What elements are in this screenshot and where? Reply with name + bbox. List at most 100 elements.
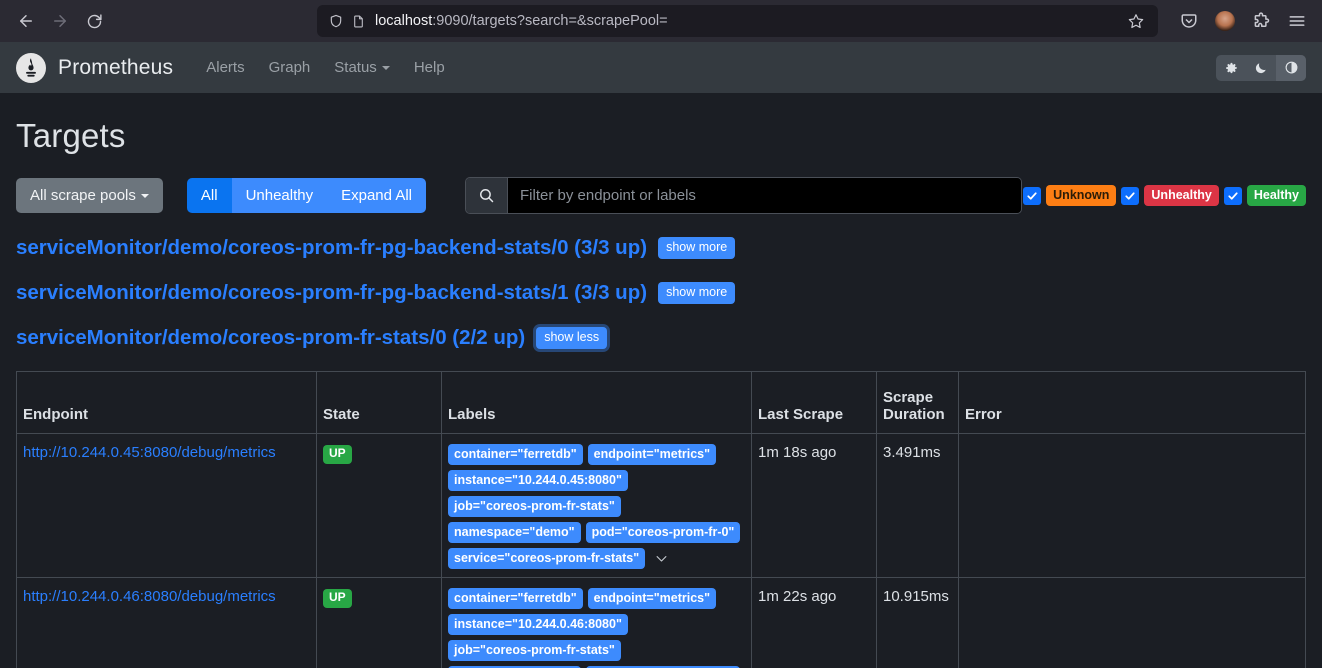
show-less-button[interactable]: show less xyxy=(536,327,607,350)
cell-last-scrape: 1m 22s ago xyxy=(752,578,877,668)
scrape-pool-header: serviceMonitor/demo/coreos-prom-fr-pg-ba… xyxy=(16,236,1306,260)
brand-name: Prometheus xyxy=(58,56,173,80)
label-badge: container="ferretdb" xyxy=(448,588,583,609)
scrape-pool-title[interactable]: serviceMonitor/demo/coreos-prom-fr-pg-ba… xyxy=(16,236,647,260)
browser-toolbar: localhost:9090/targets?search=&scrapePoo… xyxy=(0,0,1322,42)
label-badge: container="ferretdb" xyxy=(448,444,583,465)
expand-all-button[interactable]: Expand All xyxy=(327,178,426,213)
filter-all-button[interactable]: All xyxy=(187,178,232,213)
browser-toolbar-right xyxy=(1166,6,1312,36)
url-host: localhost xyxy=(375,13,432,29)
header-endpoint: Endpoint xyxy=(17,372,317,434)
label-badge: job="coreos-prom-fr-stats" xyxy=(448,640,621,661)
scrape-pool-dropdown[interactable]: All scrape pools xyxy=(16,178,163,213)
nav-link-alerts[interactable]: Alerts xyxy=(195,51,255,84)
cell-scrape-duration: 10.915ms xyxy=(877,578,959,668)
show-more-button[interactable]: show more xyxy=(658,237,735,260)
search-input[interactable] xyxy=(508,178,1021,213)
scrape-pool-dropdown-label: All scrape pools xyxy=(30,187,136,204)
nav-links: Alerts Graph Status Help xyxy=(195,51,455,84)
table-row: http://10.244.0.46:8080/debug/metrics UP… xyxy=(17,578,1306,668)
avatar xyxy=(1215,11,1235,31)
filter-unhealthy-button[interactable]: Unhealthy xyxy=(232,178,328,213)
cell-endpoint: http://10.244.0.45:8080/debug/metrics xyxy=(17,434,317,578)
star-icon[interactable] xyxy=(1122,7,1150,35)
health-filter-button-group: All Unhealthy Expand All xyxy=(187,178,426,213)
label-badge: job="coreos-prom-fr-stats" xyxy=(448,496,621,517)
reload-button[interactable] xyxy=(78,5,110,37)
nav-link-help[interactable]: Help xyxy=(403,51,456,84)
scrape-pool-title[interactable]: serviceMonitor/demo/coreos-prom-fr-stats… xyxy=(16,326,525,350)
labels-list: container="ferretdb" endpoint="metrics" … xyxy=(448,588,745,668)
cell-scrape-duration: 3.491ms xyxy=(877,434,959,578)
checkbox-healthy[interactable] xyxy=(1224,187,1242,205)
nav-link-status[interactable]: Status xyxy=(323,51,401,84)
badge-unknown: Unknown xyxy=(1046,185,1116,206)
back-button[interactable] xyxy=(10,5,42,37)
header-labels: Labels xyxy=(442,372,752,434)
brand[interactable]: Prometheus xyxy=(16,53,173,83)
pocket-icon[interactable] xyxy=(1174,6,1204,36)
chevron-down-icon xyxy=(141,194,149,198)
url-bar[interactable]: localhost:9090/targets?search=&scrapePoo… xyxy=(317,5,1158,37)
cell-endpoint: http://10.244.0.46:8080/debug/metrics xyxy=(17,578,317,668)
show-more-button[interactable]: show more xyxy=(658,282,735,305)
controls-row: All scrape pools All Unhealthy Expand Al… xyxy=(16,177,1306,214)
checkbox-unknown[interactable] xyxy=(1023,187,1041,205)
endpoint-link[interactable]: http://10.244.0.46:8080/debug/metrics xyxy=(23,588,276,605)
nav-link-graph[interactable]: Graph xyxy=(258,51,322,84)
theme-light-button[interactable] xyxy=(1276,55,1306,81)
theme-toggle-group xyxy=(1216,55,1306,81)
status-badge: UP xyxy=(323,589,352,608)
cell-state: UP xyxy=(317,578,442,668)
table-header-row: Endpoint State Labels Last Scrape Scrape… xyxy=(17,372,1306,434)
labels-list: container="ferretdb" endpoint="metrics" … xyxy=(448,444,745,569)
page-title: Targets xyxy=(16,117,1306,155)
forward-button[interactable] xyxy=(44,5,76,37)
cell-labels: container="ferretdb" endpoint="metrics" … xyxy=(442,434,752,578)
cell-last-scrape: 1m 18s ago xyxy=(752,434,877,578)
page-document-icon xyxy=(347,10,369,32)
hamburger-menu-icon[interactable] xyxy=(1282,6,1312,36)
state-filter-group: Unknown Unhealthy Healthy xyxy=(1023,185,1306,206)
account-avatar-icon[interactable] xyxy=(1210,6,1240,36)
state-filter-healthy[interactable]: Healthy xyxy=(1224,185,1306,206)
header-last-scrape: Last Scrape xyxy=(752,372,877,434)
label-badge: pod="coreos-prom-fr-0" xyxy=(586,522,741,543)
scrape-pool-header: serviceMonitor/demo/coreos-prom-fr-pg-ba… xyxy=(16,281,1306,305)
cell-labels: container="ferretdb" endpoint="metrics" … xyxy=(442,578,752,668)
search-icon xyxy=(466,178,508,213)
cell-error xyxy=(959,578,1306,668)
targets-table: Endpoint State Labels Last Scrape Scrape… xyxy=(16,371,1306,668)
table-row: http://10.244.0.45:8080/debug/metrics UP… xyxy=(17,434,1306,578)
search-group xyxy=(465,177,1022,214)
header-state: State xyxy=(317,372,442,434)
header-scrape-duration: Scrape Duration xyxy=(877,372,959,434)
label-badge: service="coreos-prom-fr-stats" xyxy=(448,548,645,569)
endpoint-link[interactable]: http://10.244.0.45:8080/debug/metrics xyxy=(23,444,276,461)
label-badge: endpoint="metrics" xyxy=(588,588,716,609)
label-badge: namespace="demo" xyxy=(448,522,581,543)
nav-link-status-label: Status xyxy=(334,59,377,76)
cell-state: UP xyxy=(317,434,442,578)
extensions-puzzle-icon[interactable] xyxy=(1246,6,1276,36)
label-badge: endpoint="metrics" xyxy=(588,444,716,465)
label-badge: instance="10.244.0.45:8080" xyxy=(448,470,628,491)
theme-dark-button[interactable] xyxy=(1246,55,1276,81)
prometheus-logo-icon xyxy=(16,53,46,83)
shield-icon xyxy=(325,10,347,32)
scrape-pool-title[interactable]: serviceMonitor/demo/coreos-prom-fr-pg-ba… xyxy=(16,281,647,305)
state-filter-unhealthy[interactable]: Unhealthy xyxy=(1121,185,1218,206)
prometheus-navbar: Prometheus Alerts Graph Status Help xyxy=(0,42,1322,93)
label-badge: instance="10.244.0.46:8080" xyxy=(448,614,628,635)
state-filter-unknown[interactable]: Unknown xyxy=(1023,185,1116,206)
checkbox-unhealthy[interactable] xyxy=(1121,187,1139,205)
url-path: :9090/targets?search=&scrapePool= xyxy=(432,13,667,29)
theme-system-button[interactable] xyxy=(1216,55,1246,81)
status-badge: UP xyxy=(323,445,352,464)
chevron-down-icon[interactable] xyxy=(650,551,673,566)
chevron-down-icon xyxy=(382,66,390,70)
scrape-pool-header: serviceMonitor/demo/coreos-prom-fr-stats… xyxy=(16,326,1306,350)
header-error: Error xyxy=(959,372,1306,434)
url-text: localhost:9090/targets?search=&scrapePoo… xyxy=(369,13,1122,29)
